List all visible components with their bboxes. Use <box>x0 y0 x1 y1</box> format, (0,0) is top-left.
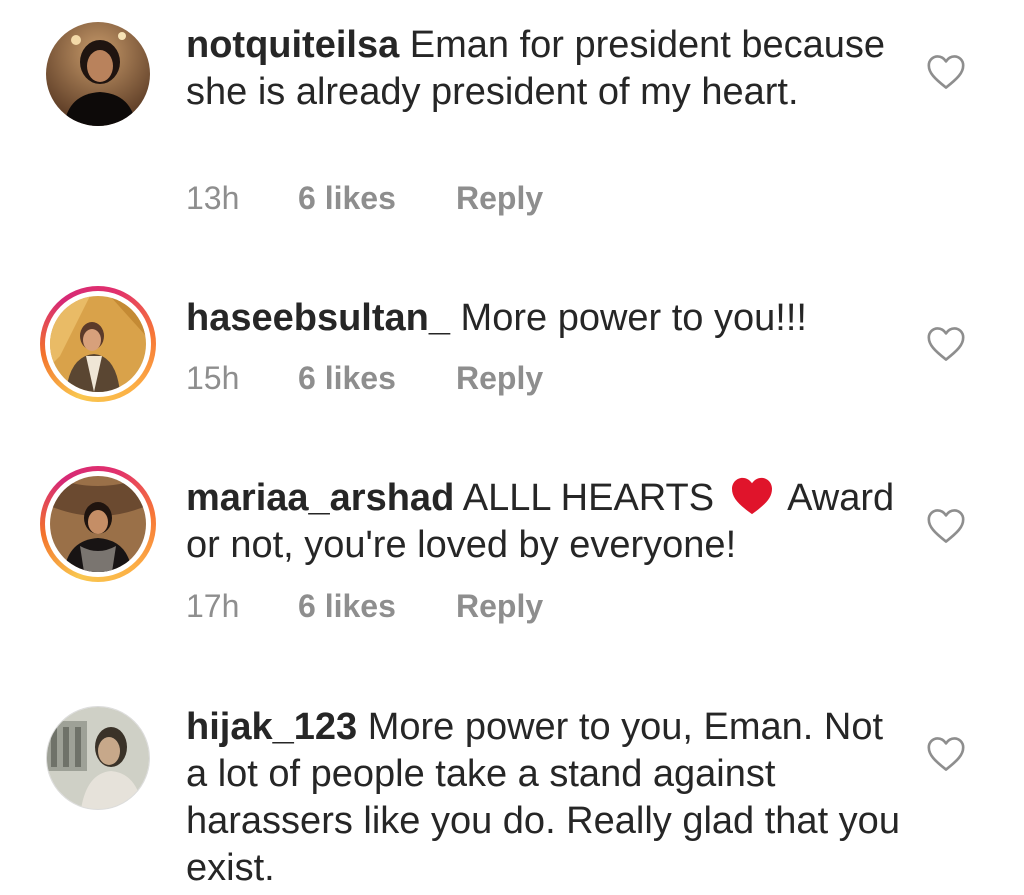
avatar[interactable] <box>46 706 150 810</box>
avatar-photo <box>50 296 146 392</box>
avatar[interactable] <box>40 286 156 402</box>
comment-text: notquiteilsa Eman for president because … <box>186 22 906 116</box>
comment-username[interactable]: haseebsultan_ <box>186 297 450 339</box>
comment-meta: 15h 6 likes Reply <box>186 360 543 397</box>
comment-time: 17h <box>186 588 240 624</box>
comment-text: mariaa_arshad ALLL HEARTS Award or not, … <box>186 475 906 569</box>
comment-likes-link[interactable]: 6 likes <box>298 588 456 625</box>
comment-username[interactable]: mariaa_arshad <box>186 477 454 519</box>
heart-outline-icon[interactable] <box>926 54 966 90</box>
heart-outline-icon[interactable] <box>926 736 966 772</box>
heart-outline-icon[interactable] <box>926 508 966 544</box>
reply-button[interactable]: Reply <box>456 360 543 397</box>
comment-text: hijak_123 More power to you, Eman. Not a… <box>186 704 906 892</box>
red-heart-emoji <box>729 476 775 516</box>
reply-button[interactable]: Reply <box>456 180 543 217</box>
comment-likes-link[interactable]: 6 likes <box>298 360 456 397</box>
avatar-photo <box>50 476 146 572</box>
avatar-photo <box>46 22 150 126</box>
comment-time: 15h <box>186 360 240 396</box>
avatar-photo <box>47 707 149 809</box>
comment-time: 13h <box>186 180 240 216</box>
comment-likes-link[interactable]: 6 likes <box>298 180 456 217</box>
comment-text: haseebsultan_ More power to you!!! <box>186 295 906 342</box>
avatar[interactable] <box>40 466 156 582</box>
reply-button[interactable]: Reply <box>456 588 543 625</box>
comment-username[interactable]: notquiteilsa <box>186 24 399 66</box>
avatar[interactable] <box>46 22 150 126</box>
comment-meta: 17h 6 likes Reply <box>186 588 543 625</box>
comment-meta: 13h 6 likes Reply <box>186 180 543 217</box>
comment-body: More power to you!!! <box>450 297 807 339</box>
comment-body: ALLL HEARTS <box>454 477 725 519</box>
comment-username[interactable]: hijak_123 <box>186 706 357 748</box>
heart-outline-icon[interactable] <box>926 326 966 362</box>
